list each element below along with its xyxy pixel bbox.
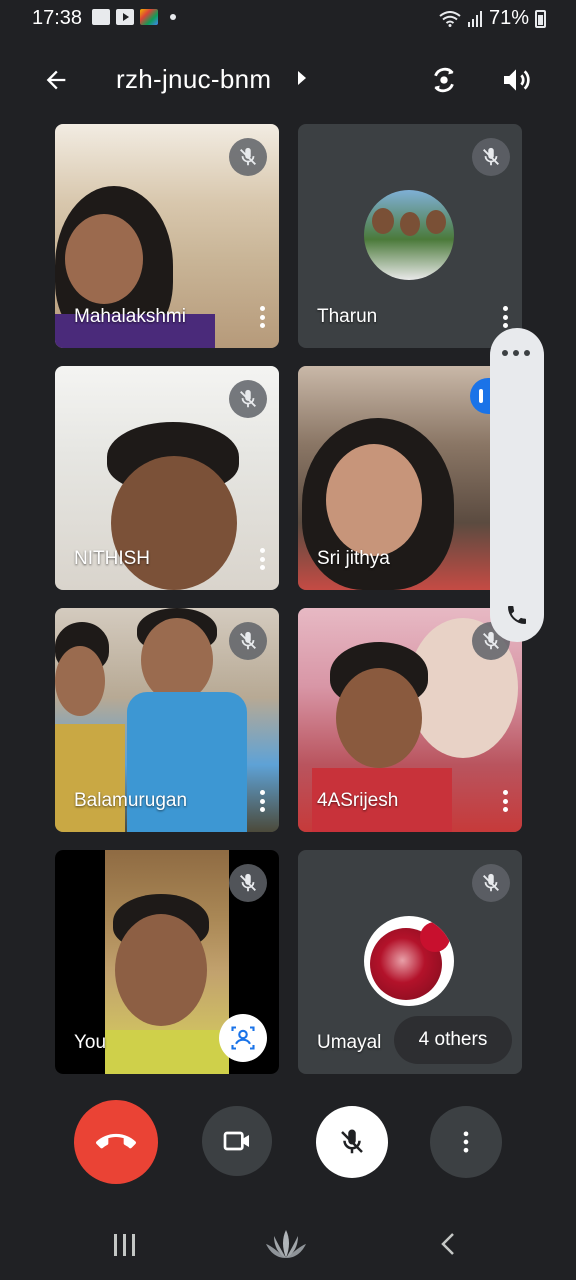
participant-options-button[interactable]	[255, 302, 269, 332]
mic-off-icon	[240, 147, 256, 166]
mic-off-icon	[240, 389, 256, 408]
mic-off-icon	[341, 1129, 363, 1154]
participant-tile[interactable]: Tharun	[298, 124, 522, 348]
wifi-icon	[439, 10, 461, 27]
battery-icon	[535, 9, 546, 28]
mic-off-indicator	[472, 138, 510, 176]
mic-off-icon	[240, 873, 256, 892]
background-effects-icon	[231, 1026, 255, 1050]
status-system-icons: 71%	[439, 7, 546, 30]
back-arrow-icon	[46, 70, 66, 90]
mic-off-indicator	[229, 622, 267, 660]
background-effects-button[interactable]	[219, 1014, 267, 1062]
gallery-icon	[92, 9, 110, 25]
mic-off-icon	[240, 631, 256, 650]
participant-name: You	[74, 1032, 107, 1053]
participant-name: Umayal	[317, 1032, 382, 1053]
audio-output-button[interactable]	[494, 58, 538, 102]
speaker-icon	[504, 69, 530, 91]
others-count-button[interactable]: 4 others	[394, 1016, 512, 1064]
avatar	[364, 916, 454, 1006]
mic-off-indicator	[229, 138, 267, 176]
mic-toggle-button[interactable]	[316, 1106, 388, 1178]
camera-toggle-button[interactable]	[202, 1106, 272, 1176]
participant-name: Sri jithya	[317, 548, 390, 569]
switch-camera-icon	[434, 67, 454, 93]
app-icon	[140, 9, 158, 25]
signal-icon	[467, 10, 482, 27]
camera-icon	[223, 1131, 249, 1151]
end-call-icon	[96, 1133, 136, 1149]
status-bar: 17:38 71%	[0, 0, 576, 38]
back-button[interactable]	[36, 60, 76, 100]
more-options-button[interactable]	[430, 1106, 502, 1178]
participant-options-button[interactable]	[498, 786, 512, 816]
more-horiz-icon[interactable]	[502, 350, 530, 356]
participant-name: Balamurugan	[74, 790, 188, 811]
meeting-details-arrow-icon[interactable]	[298, 71, 306, 85]
battery-percent: 71%	[488, 7, 529, 29]
participant-tile[interactable]: Balamurugan	[55, 608, 279, 832]
switch-camera-button[interactable]	[422, 58, 466, 102]
dot-icon	[170, 14, 176, 20]
youtube-icon	[116, 9, 134, 25]
participant-name: Mahalakshmi	[74, 306, 186, 327]
self-view-tile[interactable]: You	[55, 850, 279, 1074]
more-vert-icon	[463, 1131, 469, 1153]
mic-off-icon	[483, 147, 499, 166]
nav-back-button[interactable]	[438, 1232, 458, 1256]
mic-off-icon	[483, 873, 499, 892]
participant-tile[interactable]: Mahalakshmi	[55, 124, 279, 348]
participant-name: 4ASrijesh	[317, 790, 399, 811]
recents-button[interactable]	[114, 1234, 135, 1256]
participant-tile[interactable]: 4ASrijesh	[298, 608, 522, 832]
floating-side-panel[interactable]	[490, 328, 544, 642]
participant-name: NITHISH	[74, 548, 150, 569]
participant-tile[interactable]: NITHISH	[55, 366, 279, 590]
status-notification-icons	[92, 9, 176, 25]
mic-off-indicator	[472, 864, 510, 902]
participant-options-button[interactable]	[255, 544, 269, 574]
status-time: 17:38	[32, 7, 83, 29]
meeting-code[interactable]: rzh-jnuc-bnm	[116, 64, 271, 95]
phone-icon[interactable]	[504, 602, 530, 628]
home-button[interactable]	[262, 1226, 310, 1266]
participant-name: Tharun	[317, 306, 378, 327]
avatar	[364, 190, 454, 280]
mic-off-indicator	[229, 864, 267, 902]
end-call-button[interactable]	[74, 1100, 158, 1184]
participant-options-button[interactable]	[255, 786, 269, 816]
system-navigation-bar	[0, 1210, 576, 1280]
participant-options-button[interactable]	[498, 302, 512, 332]
meeting-top-bar: rzh-jnuc-bnm	[0, 52, 576, 108]
mic-off-indicator	[229, 380, 267, 418]
